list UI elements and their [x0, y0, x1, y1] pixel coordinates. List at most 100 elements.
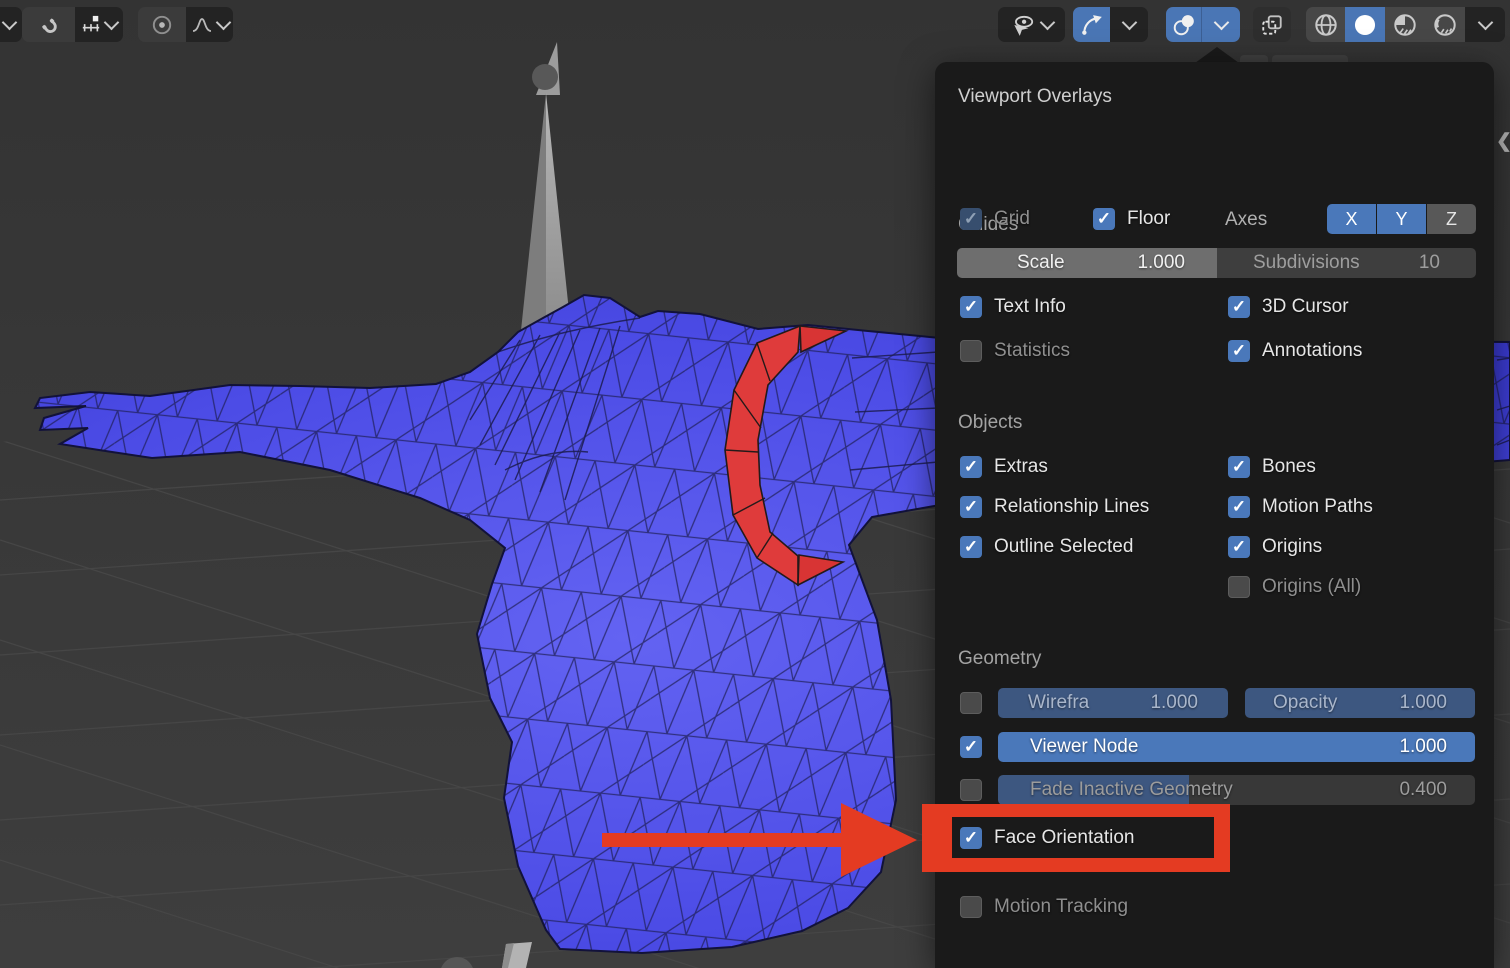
extras-label: Extras	[994, 456, 1048, 478]
xray-squares-icon	[1260, 13, 1284, 37]
origins-all-row: Origins (All)	[1228, 576, 1361, 598]
bones-row: Bones	[1228, 456, 1316, 478]
fade-inactive-checkbox[interactable]	[960, 779, 982, 801]
scale-label: Scale	[1017, 252, 1065, 274]
motion-tracking-label: Motion Tracking	[994, 896, 1128, 918]
text-info-checkbox[interactable]	[960, 296, 982, 318]
3d-cursor-label: 3D Cursor	[1262, 296, 1349, 318]
visibility-dropdown-button[interactable]	[998, 7, 1065, 42]
overlays-dropdown[interactable]	[1202, 7, 1240, 42]
outline-selected-row: Outline Selected	[960, 536, 1133, 558]
partial-dropdown-button[interactable]	[0, 7, 22, 42]
relationship-lines-row: Relationship Lines	[960, 496, 1149, 518]
chevron-down-icon	[215, 14, 231, 30]
text-info-label: Text Info	[994, 296, 1066, 318]
statistics-checkbox[interactable]	[960, 340, 982, 362]
overlays-circles-icon	[1172, 13, 1196, 37]
grid-checkbox[interactable]	[960, 208, 982, 230]
grid-scale-row: Scale 1.000 Subdivisions 10	[957, 248, 1476, 278]
motion-tracking-checkbox[interactable]	[960, 896, 982, 918]
text-info-row: Text Info	[960, 296, 1066, 318]
overlays-group	[1166, 7, 1240, 42]
viewer-node-slider[interactable]: Viewer Node 1.000	[998, 732, 1475, 762]
grid-row: Grid	[960, 208, 1030, 230]
axis-y-button[interactable]: Y	[1377, 204, 1427, 234]
bones-label: Bones	[1262, 456, 1316, 478]
shading-solid-icon	[1352, 12, 1378, 38]
snap-increment-icon	[81, 15, 101, 35]
chevron-down-icon	[1477, 14, 1493, 30]
show-gizmo-eye-icon	[1010, 13, 1036, 37]
snap-magnet-icon	[37, 13, 61, 37]
origins-all-label: Origins (All)	[1262, 576, 1361, 598]
shading-solid-button[interactable]	[1345, 7, 1385, 42]
subdivisions-label: Subdivisions	[1253, 252, 1360, 274]
shading-rendered-icon	[1432, 12, 1458, 38]
scale-slider[interactable]: Scale 1.000	[957, 248, 1217, 278]
relationship-lines-checkbox[interactable]	[960, 496, 982, 518]
fade-inactive-slider[interactable]: Fade Inactive Geometry 0.400	[998, 775, 1475, 805]
proportional-editing-button[interactable]	[138, 7, 186, 42]
floor-checkbox[interactable]	[1093, 208, 1115, 230]
opacity-value: 1.000	[1399, 692, 1447, 714]
motion-paths-label: Motion Paths	[1262, 496, 1373, 518]
viewer-node-checkbox[interactable]	[960, 736, 982, 758]
gizmo-arc-arrow-icon	[1080, 13, 1104, 37]
floor-row: Floor	[1093, 208, 1170, 230]
wireframe-checkbox[interactable]	[960, 692, 982, 714]
wireframe-slider[interactable]: Wirefra 1.000	[998, 688, 1228, 718]
motion-paths-row: Motion Paths	[1228, 496, 1373, 518]
annotations-checkbox[interactable]	[1228, 340, 1250, 362]
axes-toggle-group: X Y Z	[1327, 204, 1476, 234]
gizmos-toggle-button[interactable]	[1073, 7, 1110, 42]
snap-to-dropdown[interactable]	[75, 7, 123, 42]
extras-checkbox[interactable]	[960, 456, 982, 478]
outline-selected-checkbox[interactable]	[960, 536, 982, 558]
shading-wireframe-button[interactable]	[1306, 7, 1345, 42]
relationship-lines-label: Relationship Lines	[994, 496, 1149, 518]
chevron-down-icon	[2, 14, 18, 30]
shading-rendered-button[interactable]	[1425, 7, 1465, 42]
3d-cursor-checkbox[interactable]	[1228, 296, 1250, 318]
bone-head-sphere	[532, 64, 558, 90]
gizmos-dropdown[interactable]	[1110, 7, 1148, 42]
region-collapse-arrow[interactable]: ❮	[1496, 131, 1510, 153]
fade-inactive-label: Fade Inactive Geometry	[1030, 779, 1233, 801]
annotation-highlight-box	[922, 804, 1230, 872]
axis-z-button[interactable]: Z	[1427, 204, 1476, 234]
proportional-editing-icon	[150, 13, 174, 37]
extras-row: Extras	[960, 456, 1048, 478]
shading-material-button[interactable]	[1385, 7, 1425, 42]
xray-toggle-button[interactable]	[1253, 7, 1291, 42]
motion-tracking-row: Motion Tracking	[960, 896, 1128, 918]
snap-toggle-button[interactable]	[22, 7, 75, 42]
statistics-row: Statistics	[960, 340, 1070, 362]
origins-checkbox[interactable]	[1228, 536, 1250, 558]
viewer-node-label: Viewer Node	[1030, 736, 1138, 758]
subdivisions-slider[interactable]: Subdivisions 10	[1217, 248, 1476, 278]
smooth-falloff-curve-icon	[191, 14, 213, 36]
chevron-down-icon	[1040, 14, 1056, 30]
scale-value: 1.000	[1137, 252, 1185, 274]
shading-wireframe-icon	[1313, 12, 1339, 38]
shading-mode-group	[1306, 7, 1505, 42]
shading-material-icon	[1392, 12, 1418, 38]
wireframe-label: Wirefra	[1028, 692, 1089, 714]
chevron-down-icon	[104, 14, 120, 30]
origins-all-checkbox[interactable]	[1228, 576, 1250, 598]
xray-group	[1253, 7, 1291, 42]
proportional-editing-group	[138, 7, 233, 42]
origins-row: Origins	[1228, 536, 1322, 558]
grid-label: Grid	[994, 208, 1030, 230]
bones-checkbox[interactable]	[1228, 456, 1250, 478]
axis-x-button[interactable]: X	[1327, 204, 1377, 234]
origins-label: Origins	[1262, 536, 1322, 558]
falloff-dropdown[interactable]	[186, 7, 233, 42]
wireframe-value: 1.000	[1150, 692, 1198, 714]
motion-paths-checkbox[interactable]	[1228, 496, 1250, 518]
shading-dropdown[interactable]	[1465, 7, 1505, 42]
overlays-toggle-button[interactable]	[1166, 7, 1202, 42]
opacity-slider[interactable]: Opacity 1.000	[1245, 688, 1475, 718]
popover-title: Viewport Overlays	[958, 86, 1112, 108]
chevron-down-icon	[1121, 14, 1137, 30]
